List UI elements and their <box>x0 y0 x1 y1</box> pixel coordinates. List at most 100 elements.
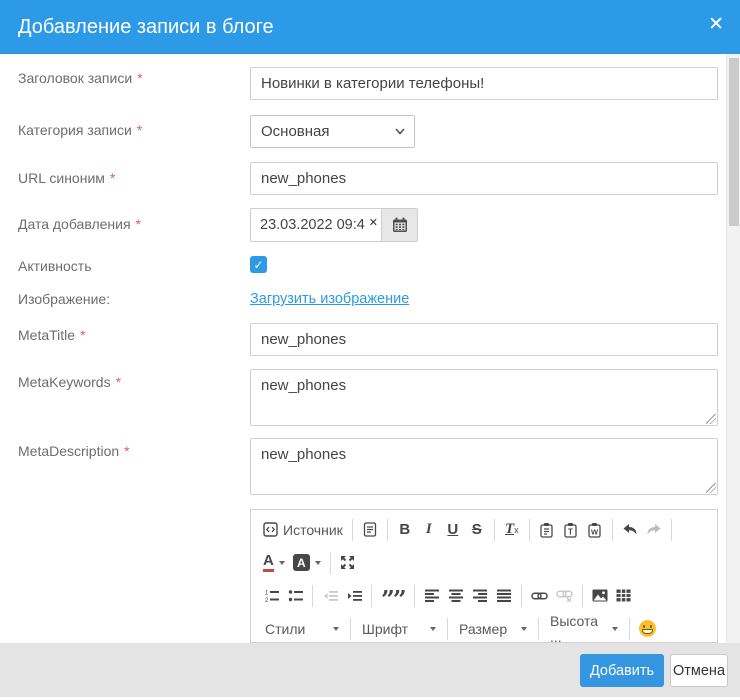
font-combo-label: Шрифт <box>362 621 408 637</box>
svg-text:W: W <box>591 527 599 536</box>
close-icon[interactable]: ✕ <box>708 15 724 34</box>
link-icon <box>531 591 548 601</box>
insert-image-button[interactable] <box>588 584 612 608</box>
cancel-button[interactable]: Отмена <box>670 654 728 687</box>
svg-text:2: 2 <box>265 598 269 603</box>
decrease-indent-button[interactable] <box>318 584 342 608</box>
smiley-button[interactable] <box>635 617 660 641</box>
required-asterisk: * <box>137 122 142 138</box>
bulleted-list-icon <box>288 589 303 603</box>
paste-word-icon: W <box>587 522 602 538</box>
upload-image-link[interactable]: Загрузить изображение <box>250 291 409 307</box>
paste-word-button[interactable]: W <box>583 518 607 542</box>
blockquote-icon: ”” <box>381 595 405 605</box>
metatitle-input[interactable] <box>250 323 718 356</box>
date-input[interactable] <box>250 208 381 242</box>
paste-text-button[interactable]: T <box>559 518 583 542</box>
align-center-icon <box>449 589 463 602</box>
insert-table-button[interactable] <box>612 584 636 608</box>
rich-text-editor: Источник B I U S Tx T W <box>250 509 718 643</box>
templates-button[interactable] <box>358 518 382 542</box>
paste-button[interactable] <box>535 518 559 542</box>
svg-text:T: T <box>568 527 573 536</box>
add-button[interactable]: Добавить <box>580 654 664 687</box>
align-right-button[interactable] <box>468 584 492 608</box>
source-button[interactable]: Источник <box>259 518 347 542</box>
metadescription-textarea[interactable]: new_phones <box>250 438 718 495</box>
field-label-category: Категория записи* <box>18 122 142 138</box>
required-asterisk: * <box>80 327 85 343</box>
source-icon <box>263 522 278 537</box>
background-color-button[interactable]: A <box>289 551 325 575</box>
modal-header: Добавление записи в блоге ✕ <box>0 0 740 54</box>
svg-text:1: 1 <box>265 590 269 596</box>
chevron-down-icon <box>315 561 321 565</box>
scrollbar-thumb[interactable] <box>729 58 739 226</box>
align-left-button[interactable] <box>420 584 444 608</box>
remove-format-button[interactable]: Tx <box>500 518 524 542</box>
templates-icon <box>363 522 377 537</box>
italic-button[interactable]: I <box>417 518 441 542</box>
toolbar-separator <box>629 618 630 640</box>
styles-combo[interactable]: Стили <box>259 617 345 641</box>
toolbar-separator <box>352 519 353 541</box>
chevron-down-icon <box>521 627 527 631</box>
title-input[interactable] <box>250 67 718 100</box>
text-color-button[interactable]: A <box>259 551 289 575</box>
link-button[interactable] <box>527 584 552 608</box>
category-select[interactable]: Основная <box>250 115 415 148</box>
maximize-button[interactable] <box>336 551 360 575</box>
toolbar-separator <box>447 618 448 640</box>
toolbar-separator <box>350 618 351 640</box>
toolbar-separator <box>330 552 331 574</box>
redo-icon <box>646 523 662 536</box>
source-button-label: Источник <box>283 522 343 538</box>
bold-button[interactable]: B <box>393 518 417 542</box>
undo-button[interactable] <box>618 518 642 542</box>
clear-date-icon[interactable]: ✕ <box>369 218 378 229</box>
modal-title: Добавление записи в блоге <box>18 16 274 39</box>
unlink-button[interactable] <box>552 584 577 608</box>
vertical-scrollbar[interactable] <box>726 54 740 643</box>
field-label-date: Дата добавления* <box>18 216 141 232</box>
line-height-combo-label: Высота ... <box>550 613 607 644</box>
metakeywords-textarea[interactable]: new_phones <box>250 369 718 426</box>
active-checkbox[interactable]: ✓ <box>250 256 267 273</box>
align-left-icon <box>425 589 439 602</box>
decrease-indent-icon <box>323 589 338 603</box>
field-label-image: Изображение: <box>18 291 110 307</box>
url-alias-input[interactable] <box>250 162 718 195</box>
styles-combo-label: Стили <box>265 621 305 637</box>
align-justify-icon <box>497 589 511 602</box>
align-center-button[interactable] <box>444 584 468 608</box>
maximize-icon <box>340 555 355 570</box>
toolbar-separator <box>521 585 522 607</box>
toolbar-separator <box>582 585 583 607</box>
blockquote-button[interactable]: ”” <box>377 584 409 608</box>
field-label-active: Активность <box>18 258 92 274</box>
calendar-button[interactable] <box>381 208 418 242</box>
image-icon <box>592 589 608 602</box>
size-combo[interactable]: Размер <box>453 617 533 641</box>
unlink-icon <box>556 590 573 602</box>
required-asterisk: * <box>136 216 141 232</box>
font-combo[interactable]: Шрифт <box>356 617 442 641</box>
underline-button[interactable]: U <box>441 518 465 542</box>
chevron-down-icon <box>333 627 339 631</box>
numbered-list-button[interactable]: 12 <box>259 584 283 608</box>
bulleted-list-button[interactable] <box>283 584 307 608</box>
align-justify-button[interactable] <box>492 584 516 608</box>
field-label-metatitle: MetaTitle* <box>18 327 86 343</box>
strikethrough-button[interactable]: S <box>465 518 489 542</box>
chevron-down-icon <box>279 561 285 565</box>
table-icon <box>616 589 631 602</box>
line-height-combo[interactable]: Высота ... <box>544 617 624 641</box>
toolbar-separator <box>312 585 313 607</box>
toolbar-separator <box>371 585 372 607</box>
redo-button[interactable] <box>642 518 666 542</box>
increase-indent-button[interactable] <box>342 584 366 608</box>
toolbar-separator <box>612 519 613 541</box>
field-label-url: URL синоним* <box>18 170 115 186</box>
undo-icon <box>622 523 638 536</box>
date-input-group: ✕ <box>250 208 418 242</box>
